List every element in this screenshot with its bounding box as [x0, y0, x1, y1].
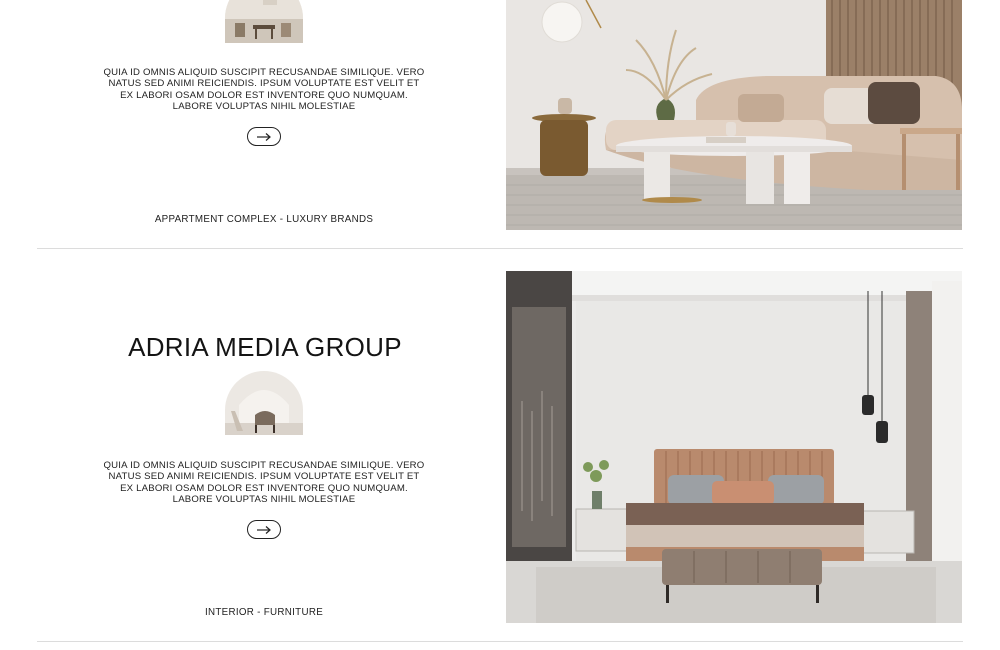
section-divider	[37, 641, 963, 642]
project-card-2: ADRIA MEDIA GROUP QUIA ID OMNIS ALIQUID …	[0, 250, 1000, 642]
project-description: QUIA ID OMNIS ALIQUID SUSCIPIT RECUSANDA…	[103, 67, 425, 112]
project-thumbnail	[225, 371, 303, 435]
living-room-photo	[506, 0, 962, 230]
project-tags: INTERIOR - FURNITURE	[204, 607, 324, 618]
project-card-1: QUIA ID OMNIS ALIQUID SUSCIPIT RECUSANDA…	[0, 0, 1000, 250]
project-thumbnail	[225, 0, 303, 43]
arrow-right-icon	[257, 525, 271, 534]
project-tags: APPARTMENT COMPLEX - LUXURY BRANDS	[154, 214, 374, 225]
bedroom-photo	[506, 271, 962, 623]
project-description: QUIA ID OMNIS ALIQUID SUSCIPIT RECUSANDA…	[103, 460, 425, 505]
project-title: ADRIA MEDIA GROUP	[128, 332, 402, 362]
arrow-right-icon	[257, 132, 271, 141]
view-project-button[interactable]	[247, 127, 281, 146]
section-divider	[37, 248, 963, 249]
view-project-button[interactable]	[247, 520, 281, 539]
